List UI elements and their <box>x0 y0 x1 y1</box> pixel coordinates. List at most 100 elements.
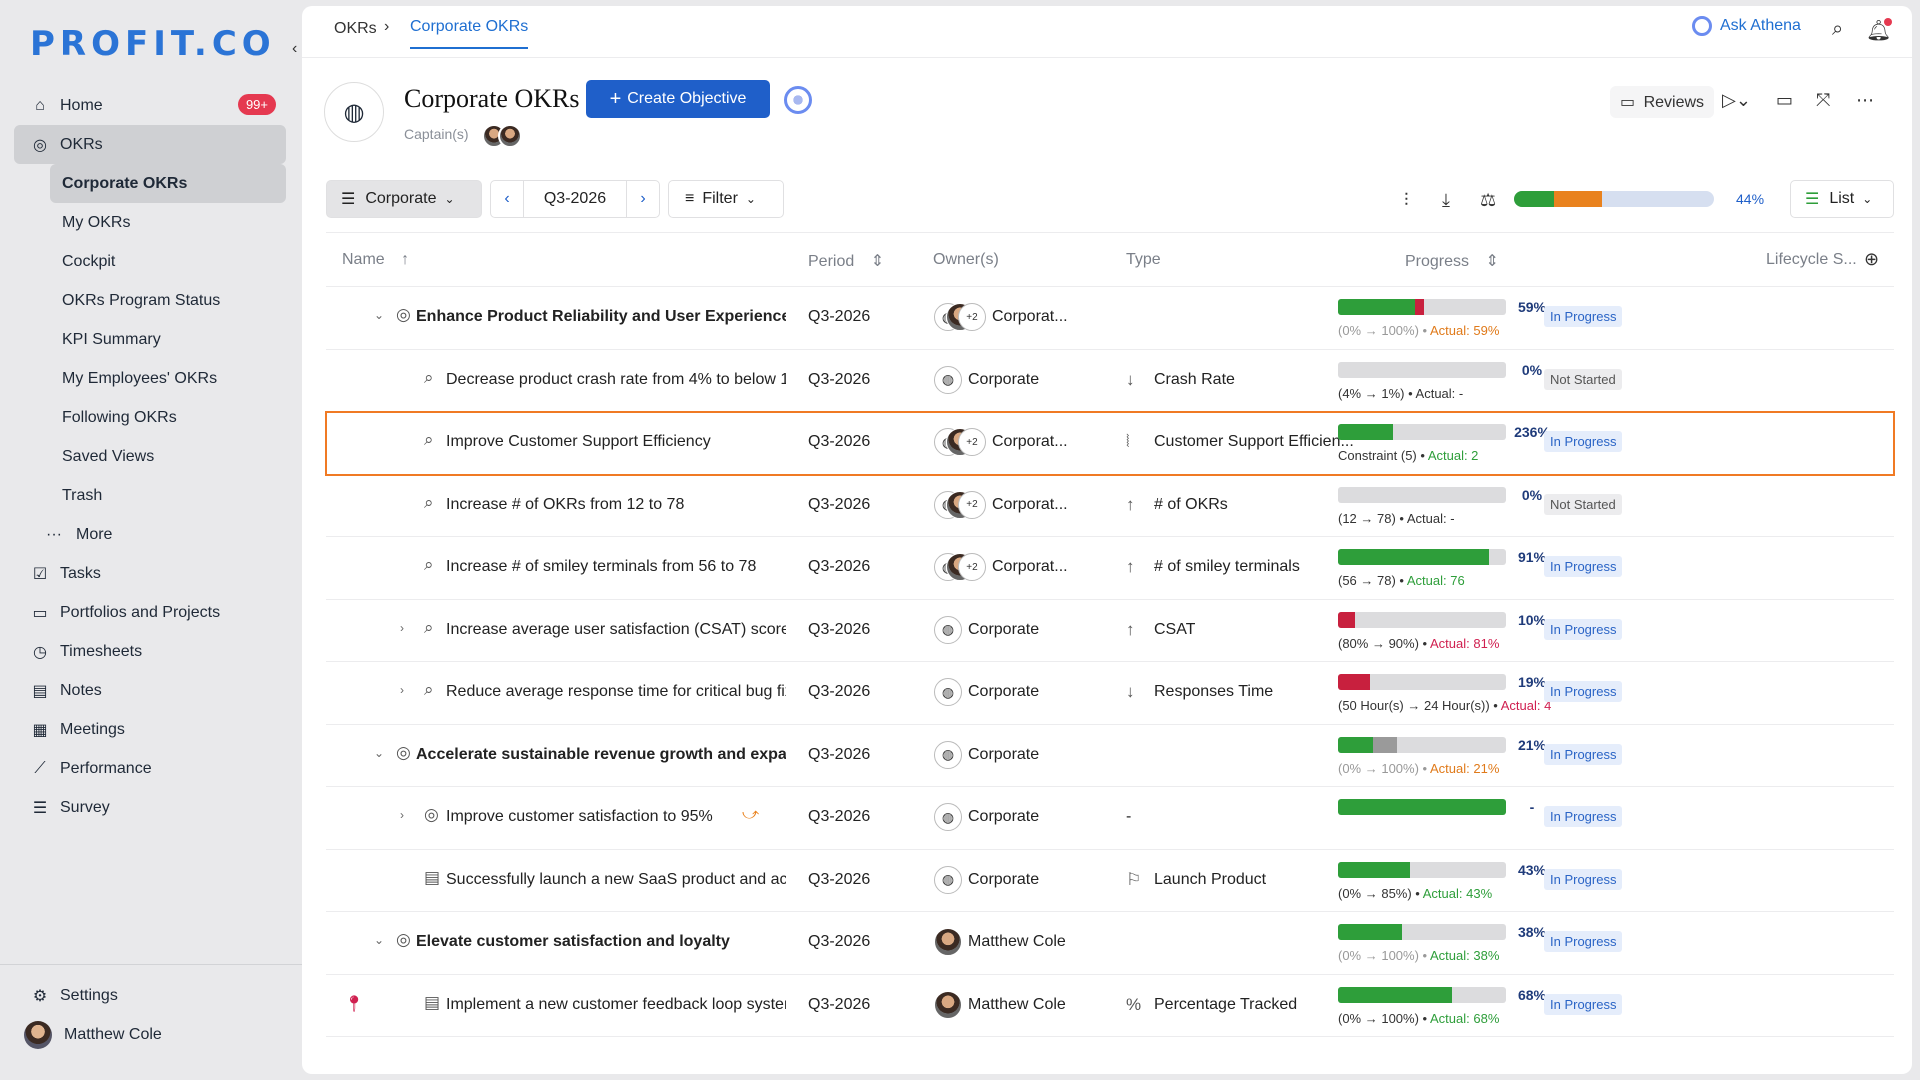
column-type[interactable]: Type <box>1126 251 1161 269</box>
filter-button[interactable]: ≡ Filter ⌄ <box>668 180 784 218</box>
nav-meetings[interactable]: ▦ Meetings <box>14 710 286 749</box>
row-name[interactable]: Enhance Product Reliability and User Exp… <box>416 308 786 326</box>
row-name[interactable]: Successfully launch a new SaaS product a… <box>446 871 786 889</box>
nav-cockpit[interactable]: Cockpit <box>14 242 286 281</box>
owner-globe-icon[interactable]: ◍ <box>934 740 962 769</box>
row-name[interactable]: Elevate customer satisfaction and loyalt… <box>416 933 730 951</box>
row-name[interactable]: Accelerate sustainable revenue growth an… <box>416 746 786 764</box>
ai-target-icon[interactable] <box>784 86 812 114</box>
nav-saved-views[interactable]: Saved Views <box>14 437 286 476</box>
owner-globe-icon[interactable]: ◍ <box>934 678 962 706</box>
table-row[interactable]: ⌄ ◎ Elevate customer satisfaction and loya… <box>326 912 1894 975</box>
chevron-right-icon[interactable]: › <box>627 190 659 208</box>
chevron-right-icon[interactable]: › <box>400 808 404 822</box>
pin-icon[interactable]: 📍︎ <box>344 994 364 1014</box>
column-owners[interactable]: Owner(s) <box>933 251 999 269</box>
nav-kpi-summary[interactable]: KPI Summary <box>14 320 286 359</box>
chevron-down-icon[interactable]: ⌄ <box>374 933 384 947</box>
nav-more[interactable]: ··· More <box>14 515 286 554</box>
nav-okrs-program-status[interactable]: OKRs Program Status <box>14 281 286 320</box>
owner-globe-icon[interactable]: ◍ <box>934 365 962 394</box>
nav-timesheets[interactable]: ◷ Timesheets <box>14 632 286 671</box>
owner-avatar[interactable] <box>934 928 962 956</box>
nav-okrs[interactable]: ◎ OKRs <box>14 125 286 164</box>
row-name[interactable]: Increase # of OKRs from 12 to 78 <box>446 496 684 514</box>
create-objective-button[interactable]: + Create Objective <box>586 80 770 118</box>
more-owners[interactable]: +2 <box>958 428 986 456</box>
play-dropdown-icon[interactable]: ▷⌄ <box>1722 90 1751 111</box>
add-column-icon[interactable]: ⊕ <box>1864 249 1879 270</box>
owner-globe-icon[interactable]: ◍ <box>934 615 962 644</box>
nav-following-okrs[interactable]: Following OKRs <box>14 398 286 437</box>
nav-tasks[interactable]: ☑ Tasks <box>14 554 286 593</box>
ask-athena-button[interactable]: Ask Athena <box>1692 16 1801 36</box>
table-row[interactable]: ▤ Successfully launch a new SaaS product … <box>326 850 1894 912</box>
reviews-button[interactable]: ▭ Reviews <box>1610 86 1715 118</box>
owner-globe-icon[interactable]: ◍ <box>934 803 962 831</box>
table-row[interactable]: › ⌕ Reduce average response time for criti… <box>326 662 1894 725</box>
nav-settings[interactable]: ⚙ Settings <box>14 976 286 1015</box>
more-options-icon[interactable]: ⋯ <box>1856 90 1874 111</box>
balance-icon[interactable]: ⚖ <box>1480 190 1496 211</box>
nav-performance[interactable]: ⟋ Performance <box>14 749 286 788</box>
briefcase-icon: ▭ <box>32 604 48 622</box>
row-name[interactable]: Decrease product crash rate from 4% to b… <box>446 371 786 389</box>
row-name[interactable]: Reduce average response time for critica… <box>446 683 786 701</box>
breadcrumb-current[interactable]: Corporate OKRs <box>410 18 529 49</box>
user-profile[interactable]: Matthew Cole <box>14 1015 286 1054</box>
download-icon[interactable]: ⤓ <box>1442 190 1450 211</box>
table-row[interactable]: ⌄ ◎ Enhance Product Reliability and User E… <box>326 287 1894 350</box>
nav-survey[interactable]: ☰ Survey <box>14 788 286 827</box>
table-row[interactable]: ⌕ Improve Customer Support Efficiency Q3-2… <box>325 411 1895 476</box>
home-icon: ⌂ <box>35 96 45 114</box>
nav-trash[interactable]: Trash <box>14 476 286 515</box>
nav-corporate-okrs[interactable]: Corporate OKRs <box>50 164 286 203</box>
collapse-arrows-icon[interactable]: ⤧ <box>1816 90 1830 111</box>
more-owners[interactable]: +2 <box>958 553 986 581</box>
column-name[interactable]: Name ↑ <box>342 251 409 269</box>
presentation-icon[interactable]: ▭ <box>1776 90 1793 111</box>
logo: PROFIT.CO <box>30 24 276 64</box>
nav-my-employees-okrs[interactable]: My Employees' OKRs <box>14 359 286 398</box>
table-row[interactable]: ⌄ ◎ Accelerate sustainable revenue growth … <box>326 725 1894 787</box>
column-progress[interactable]: Progress ⇕ <box>1405 251 1499 271</box>
row-name[interactable]: Increase average user satisfaction (CSAT… <box>446 621 786 639</box>
analytics-icon[interactable]: ⫶ <box>1404 190 1409 211</box>
nav-home[interactable]: ⌂ Home 99+ <box>14 86 286 125</box>
table-row[interactable]: ⌕ Increase # of OKRs from 12 to 78 Q3-2026… <box>326 475 1894 537</box>
table-row[interactable]: ⌕ Increase # of smiley terminals from 56 … <box>326 537 1894 600</box>
row-name[interactable]: Increase # of smiley terminals from 56 t… <box>446 558 756 576</box>
more-owners[interactable]: +2 <box>958 490 986 519</box>
collapse-sidebar-icon[interactable]: ‹ <box>292 40 297 58</box>
owner-globe-icon[interactable]: ◍ <box>934 865 962 894</box>
column-period[interactable]: Period ⇕ <box>808 251 884 271</box>
breadcrumb-okrs[interactable]: OKRs <box>334 20 377 38</box>
nav-my-okrs[interactable]: My OKRs <box>14 203 286 242</box>
chevron-left-icon[interactable]: ‹ <box>491 190 523 208</box>
row-owner: Corporate <box>968 620 1040 638</box>
column-lifecycle[interactable]: Lifecycle S... <box>1766 251 1857 269</box>
table-row[interactable]: › ◎ Improve customer satisfaction to 95% ⤻ Q… <box>326 787 1894 850</box>
captain-avatar[interactable] <box>498 124 522 148</box>
owner-avatar[interactable] <box>934 990 962 1019</box>
chevron-right-icon[interactable]: › <box>400 683 404 697</box>
row-name[interactable]: Improve customer satisfaction to 95% <box>446 808 713 826</box>
table-row[interactable]: 📍︎ ▤ Implement a new customer feedback loo… <box>326 975 1894 1037</box>
row-type: Crash Rate <box>1154 370 1235 388</box>
table-row[interactable]: ⌕ Decrease product crash rate from 4% to … <box>326 350 1894 412</box>
nav-portfolios[interactable]: ▭ Portfolios and Projects <box>14 593 286 632</box>
row-period: Q3-2026 <box>808 308 871 325</box>
table-row[interactable]: › ⌕ Increase average user satisfaction (CS… <box>326 600 1894 662</box>
period-value[interactable]: Q3-2026 <box>523 181 627 217</box>
view-dropdown[interactable]: ☰ List ⌄ <box>1790 180 1894 218</box>
chevron-down-icon[interactable]: ⌄ <box>374 746 384 760</box>
row-name[interactable]: Improve Customer Support Efficiency <box>446 433 711 451</box>
chevron-right-icon[interactable]: › <box>400 621 404 635</box>
search-icon[interactable]: ⌕ <box>1832 18 1843 41</box>
chevron-down-icon[interactable]: ⌄ <box>374 308 384 322</box>
scope-dropdown[interactable]: ☰ Corporate ⌄ <box>326 180 482 218</box>
row-owner: Corporate <box>968 370 1040 388</box>
nav-notes[interactable]: ▤ Notes <box>14 671 286 710</box>
row-name[interactable]: Implement a new customer feedback loop s… <box>446 996 786 1014</box>
more-owners[interactable]: +2 <box>958 303 986 331</box>
